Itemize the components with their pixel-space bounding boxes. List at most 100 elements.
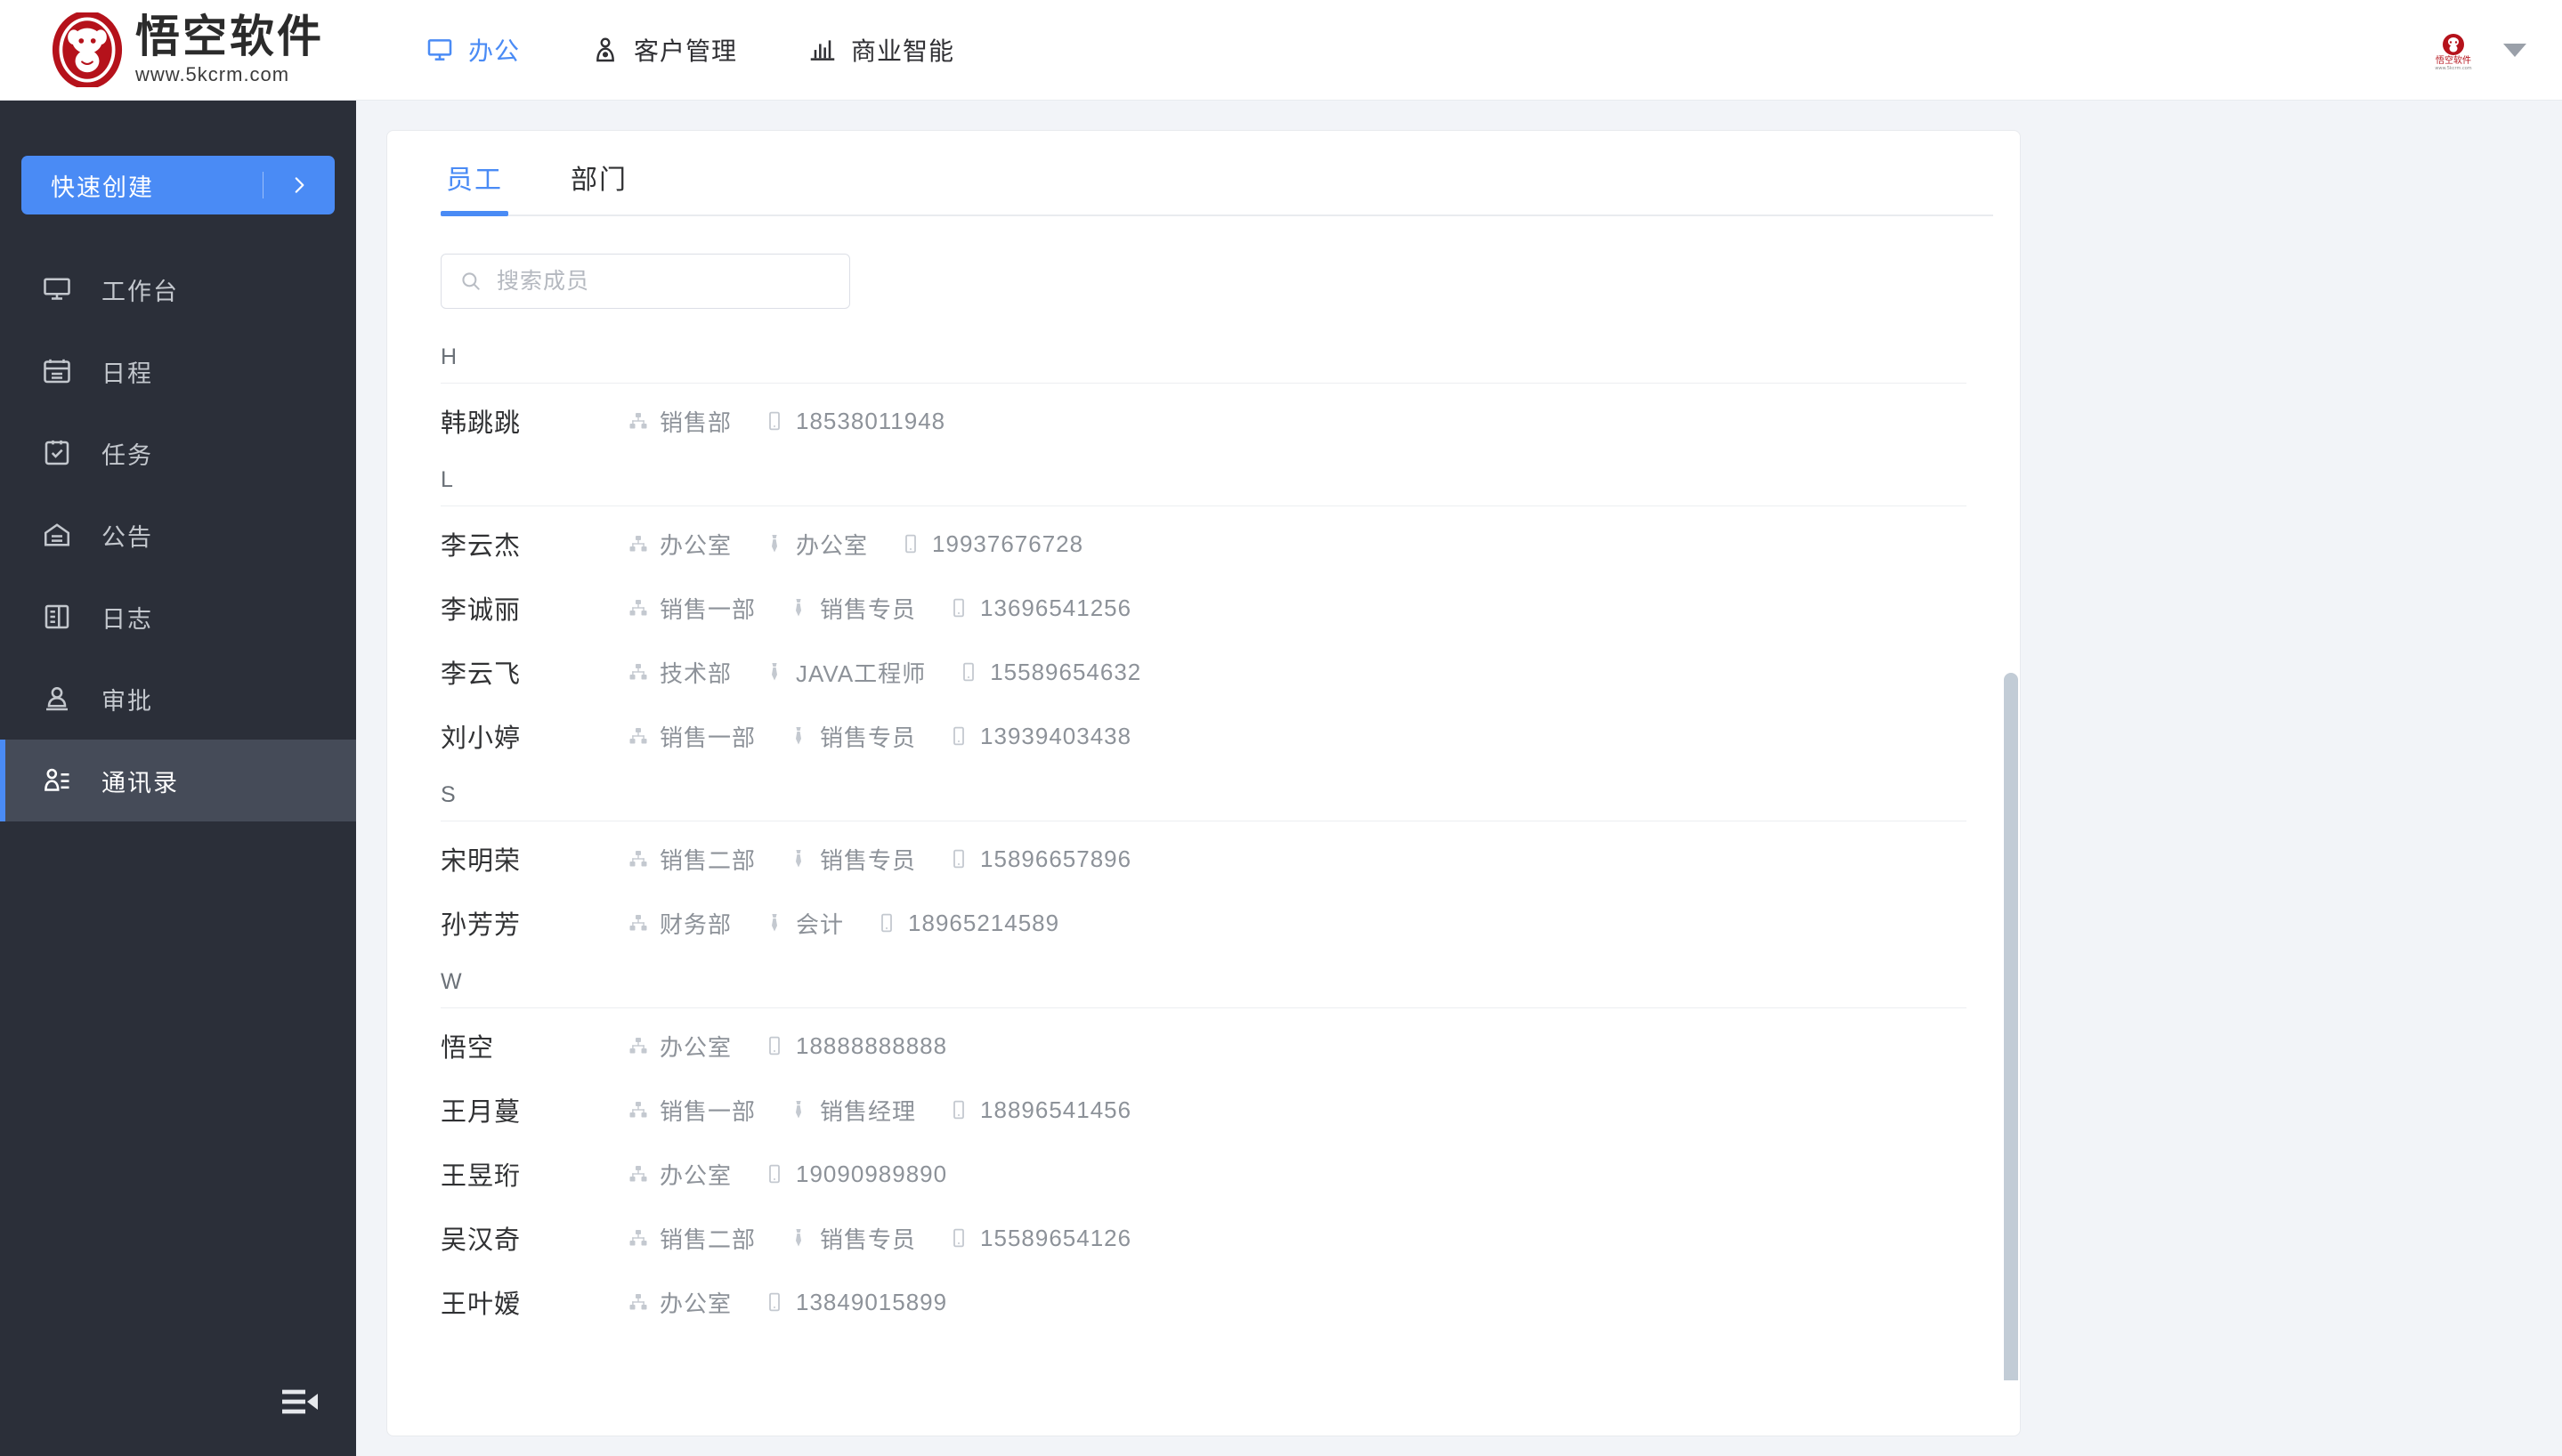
contact-phone: 18896541456 — [948, 1096, 1131, 1124]
mobile-phone-icon — [948, 848, 969, 870]
contact-department-label: 销售二部 — [660, 1225, 757, 1253]
clipboard-check-icon — [41, 437, 82, 469]
contact-department: 办公室 — [628, 528, 732, 561]
search-area — [387, 216, 2020, 309]
contact-row[interactable]: 李云飞 技术部 JAVA工程师 15589654632 — [441, 640, 1966, 704]
scrollbar-track[interactable] — [2004, 673, 2018, 1380]
sitemap-icon — [628, 410, 649, 432]
sitemap-icon — [628, 1291, 649, 1313]
announcement-icon — [41, 519, 82, 551]
top-header: 悟空软件 www.5kcrm.com 办公 客户管理 商业智能 悟空软件 www… — [0, 0, 2562, 101]
contact-phone-label: 18965214589 — [908, 909, 1060, 936]
nav-item-customer[interactable]: 客户管理 — [555, 0, 773, 101]
contact-position-label: 办公室 — [796, 531, 869, 559]
contact-department-label: 办公室 — [660, 1290, 733, 1317]
contact-row[interactable]: 吴汉奇 销售二部 销售专员 15589654126 — [441, 1206, 1966, 1270]
contact-department-label: 销售一部 — [660, 724, 757, 751]
svg-text:www.5kcrm.com: www.5kcrm.com — [2435, 66, 2471, 71]
sidebar-item-schedule[interactable]: 日程 — [0, 330, 356, 412]
contact-department-label: 销售一部 — [660, 1097, 757, 1125]
contact-phone-label: 15896657896 — [980, 845, 1132, 872]
nav-item-office-label: 办公 — [468, 37, 521, 65]
contacts-card: 员工 部门 H韩跳跳销售部18538 — [386, 130, 2021, 1436]
necktie-icon — [788, 1227, 809, 1249]
sidebar-item-workbench[interactable]: 工作台 — [0, 248, 356, 330]
contact-row[interactable]: 韩跳跳 销售部 18538011948 — [441, 389, 1966, 453]
contact-department: 销售部 — [628, 405, 732, 438]
contact-department-label: 销售一部 — [660, 595, 757, 623]
sitemap-icon — [628, 1227, 649, 1249]
sidebar-item-announcement[interactable]: 公告 — [0, 494, 356, 576]
contact-phone: 15589654632 — [958, 659, 1141, 686]
mobile-phone-icon — [764, 1035, 785, 1056]
sitemap-icon — [628, 597, 649, 619]
contact-department-label: 财务部 — [660, 910, 733, 938]
quick-create-button[interactable]: 快速创建 — [21, 156, 335, 214]
contact-department-label: 销售二部 — [660, 846, 757, 874]
search-input[interactable] — [495, 267, 849, 295]
contact-department-label: 办公室 — [660, 531, 733, 559]
tab-employee[interactable]: 员工 — [441, 158, 508, 216]
contact-phone: 18888888888 — [764, 1032, 947, 1060]
necktie-icon — [788, 597, 809, 619]
avatar[interactable]: 悟空软件 www.5kcrm.com — [2430, 27, 2477, 74]
sidebar-item-contacts[interactable]: 通讯录 — [0, 740, 356, 821]
sidebar-nav-list: 工作台 日程 任务 公告 日志 审批 通讯录 — [0, 248, 356, 821]
brand-url: www.5kcrm.com — [135, 62, 290, 85]
contact-row[interactable]: 刘小婷 销售一部 销售专员 13939403438 — [441, 704, 1966, 768]
contact-row[interactable]: 李诚丽 销售一部 销售专员 13696541256 — [441, 576, 1966, 640]
contact-phone-label: 13849015899 — [796, 1288, 948, 1315]
stamp-icon — [41, 683, 82, 715]
mobile-phone-icon — [764, 1163, 785, 1185]
scrollbar-thumb[interactable] — [2004, 673, 2018, 1380]
nav-item-office[interactable]: 办公 — [390, 0, 555, 101]
contact-phone-label: 13939403438 — [980, 722, 1132, 749]
sidebar-item-journal[interactable]: 日志 — [0, 576, 356, 658]
mobile-phone-icon — [876, 912, 897, 934]
contact-phone: 15589654126 — [948, 1225, 1131, 1252]
letter-group: H 韩跳跳 销售部 18538011948 — [441, 330, 1966, 453]
user-avatar-logo: 悟空软件 www.5kcrm.com — [2435, 33, 2472, 71]
chevron-right-icon[interactable] — [263, 174, 335, 197]
sitemap-icon — [628, 1099, 649, 1120]
contacts-scroll-area[interactable]: H 韩跳跳 销售部 18538011948 L 李云杰 办公室 办公室 19937676728 李… — [387, 330, 2020, 1380]
contact-department: 技术部 — [628, 656, 732, 689]
nav-item-customer-label: 客户管理 — [634, 37, 738, 65]
contact-row[interactable]: 王昱珩 办公室 19090989890 — [441, 1142, 1966, 1206]
monitor-icon — [41, 273, 82, 305]
contact-name: 宋明荣 — [441, 847, 522, 876]
contact-position: 销售专员 — [788, 592, 916, 625]
chevron-down-icon[interactable] — [2503, 44, 2526, 57]
contact-department-label: 办公室 — [660, 1161, 733, 1189]
contact-position-label: 会计 — [796, 910, 845, 938]
mobile-phone-icon — [958, 661, 979, 683]
tab-department[interactable]: 部门 — [565, 158, 633, 216]
contacts-icon — [41, 764, 82, 797]
sidebar-item-approval[interactable]: 审批 — [0, 658, 356, 740]
contact-department-label: 办公室 — [660, 1033, 733, 1061]
menu-fold-icon[interactable] — [272, 1379, 328, 1424]
sidebar-item-task-label: 任务 — [101, 441, 153, 469]
contact-row[interactable]: 王叶嫒 办公室 13849015899 — [441, 1270, 1966, 1334]
contact-row[interactable]: 李云杰 办公室 办公室 19937676728 — [441, 512, 1966, 576]
brand-name: 悟空软件 — [135, 12, 324, 62]
sitemap-icon — [628, 912, 649, 934]
sidebar-item-task[interactable]: 任务 — [0, 412, 356, 494]
tab-employee-label: 员工 — [446, 166, 503, 195]
contact-row[interactable]: 王月蔓 销售一部 销售经理 18896541456 — [441, 1078, 1966, 1142]
mobile-phone-icon — [900, 533, 921, 554]
nav-item-bi[interactable]: 商业智能 — [773, 0, 990, 101]
svg-text:悟空软件: 悟空软件 — [2436, 54, 2471, 66]
contact-row[interactable]: 悟空 办公室 18888888888 — [441, 1014, 1966, 1078]
search-icon — [459, 270, 482, 293]
sitemap-icon — [628, 661, 649, 683]
contact-name: 李云杰 — [441, 532, 522, 561]
search-box[interactable] — [441, 254, 850, 309]
necktie-icon — [764, 661, 785, 683]
contact-row[interactable]: 孙芳芳 财务部 会计 18965214589 — [441, 891, 1966, 955]
brand-logo-area[interactable]: 悟空软件 www.5kcrm.com — [0, 0, 356, 101]
mobile-phone-icon — [764, 1291, 785, 1313]
sitemap-icon — [628, 725, 649, 747]
contact-row[interactable]: 宋明荣 销售二部 销售专员 15896657896 — [441, 827, 1966, 891]
letter-group-header: H — [441, 330, 1966, 384]
